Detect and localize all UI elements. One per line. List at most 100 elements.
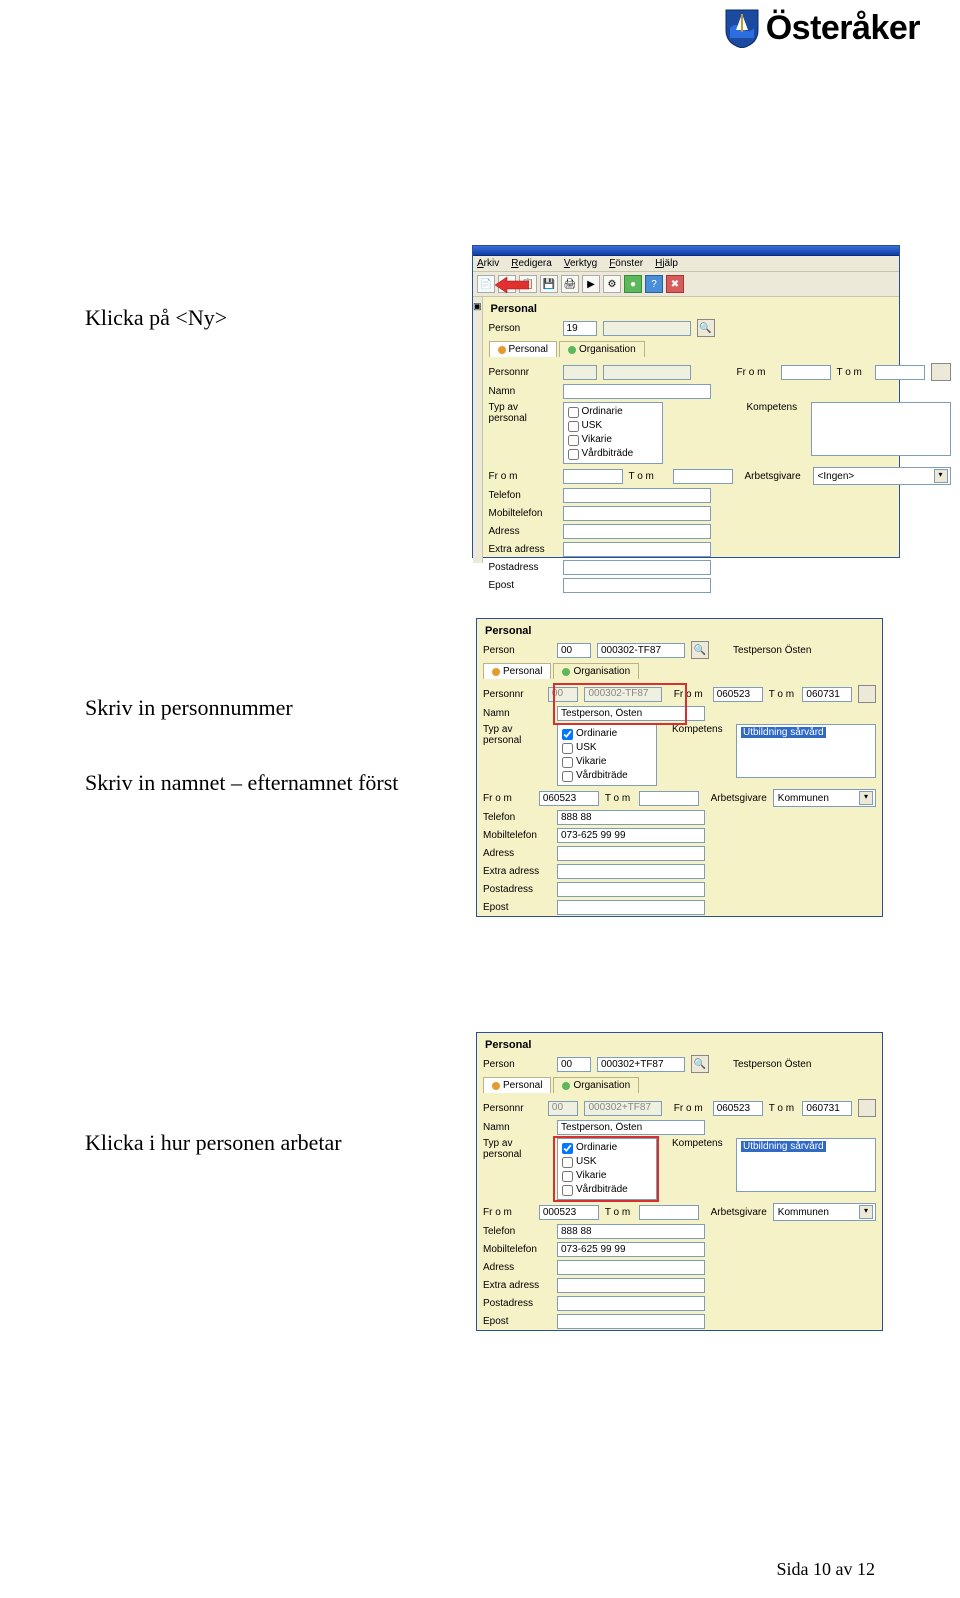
chk-vikarie-3[interactable]: Vikarie <box>562 1169 652 1183</box>
input-person-nr-ro <box>603 321 691 336</box>
input-tom-2[interactable] <box>802 687 852 702</box>
chk-usk[interactable]: USK <box>568 419 658 433</box>
chk-vardbitrade[interactable]: Vårdbiträde <box>568 447 658 461</box>
toolbar-btn-10[interactable]: ✖ <box>666 275 684 293</box>
tab-organisation-2[interactable]: Organisation <box>553 663 639 679</box>
chk-vardbitrade-3[interactable]: Vårdbiträde <box>562 1183 652 1197</box>
input-tom-3[interactable] <box>802 1101 852 1116</box>
label-from2: Fr o m <box>489 471 557 482</box>
chk-usk-2[interactable]: USK <box>562 741 652 755</box>
input-epost[interactable] <box>563 578 711 593</box>
menu-fonster[interactable]: Fönster <box>609 258 643 269</box>
input-telefon-3[interactable] <box>557 1224 705 1239</box>
tab-organisation-3[interactable]: Organisation <box>553 1077 639 1093</box>
input-telefon[interactable] <box>563 488 711 503</box>
copy-button-2[interactable] <box>858 685 876 703</box>
select-arbetsgivare-3[interactable]: Kommunen▾ <box>773 1203 876 1221</box>
toolbar-btn-4[interactable]: 💾 <box>540 275 558 293</box>
input-mobil[interactable] <box>563 506 711 521</box>
input-tom2[interactable] <box>673 469 733 484</box>
input-adress-2[interactable] <box>557 846 705 861</box>
chk-ordinarie-3[interactable]: Ordinarie <box>562 1141 652 1155</box>
input-mobil-3[interactable] <box>557 1242 705 1257</box>
input-tom2-2[interactable] <box>639 791 699 806</box>
sidebar-icon[interactable]: ▣ <box>473 301 482 312</box>
label-mobil-3: Mobiltelefon <box>483 1244 551 1255</box>
input-telefon-2[interactable] <box>557 810 705 825</box>
input-person-nr-2[interactable] <box>597 643 685 658</box>
label-typ-3: Typ av personal <box>483 1138 551 1160</box>
input-epost-3[interactable] <box>557 1314 705 1329</box>
menu-verktyg[interactable]: Verktyg <box>564 258 597 269</box>
input-person-prefix-3[interactable] <box>557 1057 591 1072</box>
input-namn[interactable] <box>563 384 711 399</box>
toolbar-btn-7[interactable]: ⚙ <box>603 275 621 293</box>
chk-vardbitrade-2[interactable]: Vårdbiträde <box>562 769 652 783</box>
select-arbetsgivare-2[interactable]: Kommunen▾ <box>773 789 876 807</box>
label-mobil-2: Mobiltelefon <box>483 830 551 841</box>
input-from-3[interactable] <box>713 1101 763 1116</box>
tab-personal-3[interactable]: Personal <box>483 1077 551 1093</box>
label-extra-3: Extra adress <box>483 1280 551 1291</box>
input-person-prefix-2[interactable] <box>557 643 591 658</box>
input-namn-2[interactable] <box>557 706 705 721</box>
input-from-2[interactable] <box>713 687 763 702</box>
menu-arkiv[interactable]: AArkivrkiv <box>477 258 499 269</box>
input-personnr-prefix-3: 00 <box>548 1101 579 1116</box>
label-epost-2: Epost <box>483 902 551 913</box>
sidebar: ▣ <box>473 297 483 563</box>
input-extra-3[interactable] <box>557 1278 705 1293</box>
search-person-button-3[interactable]: 🔍 <box>691 1055 709 1073</box>
input-from2[interactable] <box>563 469 623 484</box>
screenshot-1: AArkivrkiv Redigera Verktyg Fönster Hjäl… <box>472 245 900 558</box>
tab-personal-2[interactable]: Personal <box>483 663 551 679</box>
listbox-kompetens-2[interactable]: Utbildning sårvård <box>736 724 876 778</box>
chk-usk-3[interactable]: USK <box>562 1155 652 1169</box>
input-epost-2[interactable] <box>557 900 705 915</box>
input-postadress-2[interactable] <box>557 882 705 897</box>
listbox-kompetens[interactable] <box>811 402 951 456</box>
chk-vikarie[interactable]: Vikarie <box>568 433 658 447</box>
menu-redigera[interactable]: Redigera <box>511 258 552 269</box>
input-postadress-3[interactable] <box>557 1296 705 1311</box>
copy-button-3[interactable] <box>858 1099 876 1117</box>
input-person-id[interactable] <box>563 321 597 336</box>
input-personnr-prefix-2: 00 <box>548 687 579 702</box>
menu-hjalp[interactable]: Hjälp <box>655 258 678 269</box>
input-adress-3[interactable] <box>557 1260 705 1275</box>
toolbar-btn-9[interactable]: ? <box>645 275 663 293</box>
input-namn-3[interactable] <box>557 1120 705 1135</box>
select-arbetsgivare[interactable]: <Ingen>▾ <box>813 467 951 485</box>
toolbar-new-button[interactable]: 📄 <box>477 275 495 293</box>
tab-organisation[interactable]: Organisation <box>559 341 645 357</box>
input-tom[interactable] <box>875 365 925 380</box>
chk-ordinarie-2[interactable]: Ordinarie <box>562 727 652 741</box>
input-from2-2[interactable] <box>539 791 599 806</box>
input-postadress[interactable] <box>563 560 711 575</box>
input-adress[interactable] <box>563 524 711 539</box>
tab-personal[interactable]: Personal <box>489 341 557 357</box>
instruction-4: Klicka i hur personen arbetar <box>85 1130 342 1156</box>
input-tom2-3[interactable] <box>639 1205 699 1220</box>
input-extra[interactable] <box>563 542 711 557</box>
tab-strip: Personal Organisation <box>489 341 951 357</box>
chk-ordinarie[interactable]: Ordinarie <box>568 405 658 419</box>
toolbar-btn-8[interactable]: ● <box>624 275 642 293</box>
listbox-kompetens-3[interactable]: Utbildning sårvård <box>736 1138 876 1192</box>
input-mobil-2[interactable] <box>557 828 705 843</box>
label-tom2-3: T o m <box>605 1207 633 1218</box>
search-person-button-2[interactable]: 🔍 <box>691 641 709 659</box>
chk-vikarie-2[interactable]: Vikarie <box>562 755 652 769</box>
input-extra-2[interactable] <box>557 864 705 879</box>
toolbar-btn-6[interactable]: ▶ <box>582 275 600 293</box>
toolbar-btn-5[interactable]: 🖨 <box>561 275 579 293</box>
search-person-button[interactable]: 🔍 <box>697 319 715 337</box>
copy-button[interactable] <box>931 363 951 381</box>
input-personnr-prefix <box>563 365 597 380</box>
label-from-3: Fr o m <box>674 1103 707 1114</box>
label-from: Fr o m <box>737 367 775 378</box>
input-from2-3[interactable] <box>539 1205 599 1220</box>
input-person-nr-3[interactable] <box>597 1057 685 1072</box>
panel-title-2: Personal <box>485 625 876 637</box>
input-from[interactable] <box>781 365 831 380</box>
